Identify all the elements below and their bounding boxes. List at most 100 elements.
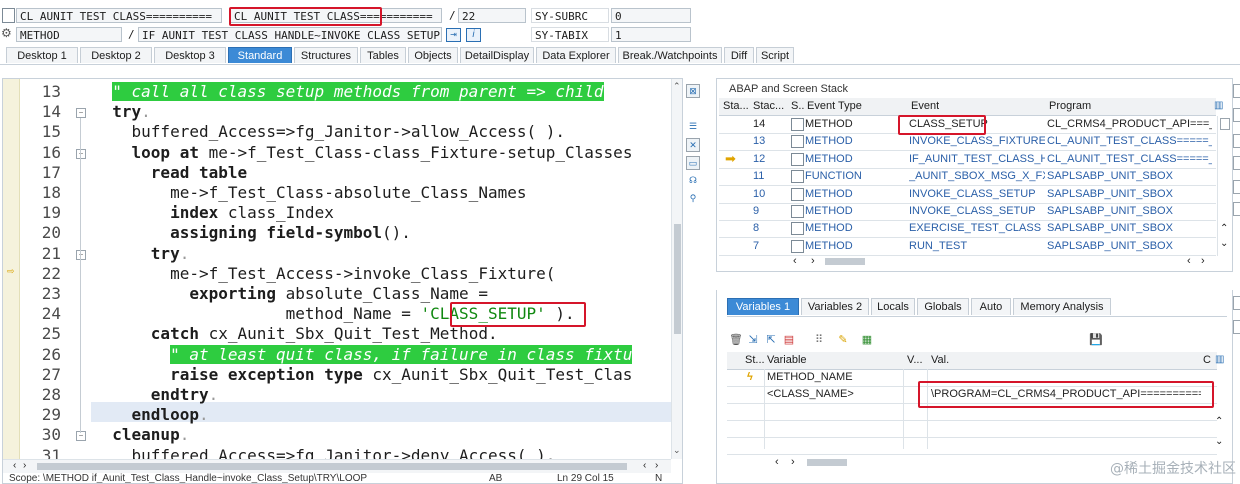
stack-left-icon[interactable]: ‹ <box>793 255 797 267</box>
stack-scroll-down-icon[interactable]: ⌄ <box>1220 238 1228 249</box>
stack-event[interactable]: INVOKE_CLASS_FIXTURE <box>909 133 1045 149</box>
scroll-thumb[interactable] <box>674 224 681 334</box>
stack-event[interactable]: INVOKE_CLASS_SETUP <box>909 203 1045 219</box>
tab-detaildisplay[interactable]: DetailDisplay <box>460 47 534 63</box>
tab-break-watchpoints[interactable]: Break./Watchpoints <box>618 47 722 63</box>
export-icon[interactable]: ⇱ <box>765 334 777 346</box>
watch-icon[interactable]: ☊ <box>686 174 700 188</box>
tab-structures[interactable]: Structures <box>294 47 358 63</box>
stack-event[interactable]: _AUNIT_SBOX_MSG_X_FX_ <box>909 168 1045 184</box>
var-col-header[interactable]: Val. <box>931 352 949 368</box>
scroll-down-icon[interactable]: ⌄ <box>673 445 681 456</box>
code-line[interactable]: " call all class setup methods from pare… <box>93 82 673 103</box>
fold-toggle-icon[interactable]: − <box>76 148 86 159</box>
stack-program[interactable]: SAPLSABP_UNIT_SBOX <box>1047 186 1212 202</box>
var-tab-variables-1[interactable]: Variables 1 <box>727 298 799 315</box>
stack-col-header[interactable]: Sta... <box>723 98 749 114</box>
stack-hscroll-thumb[interactable] <box>825 258 865 265</box>
editor-vscrollbar[interactable]: ⌃ ⌄ <box>671 79 682 459</box>
stack-program[interactable]: SAPLSABP_UNIT_SBOX <box>1047 203 1212 219</box>
variable-name[interactable]: METHOD_NAME <box>767 369 853 385</box>
var-right-icon[interactable]: › <box>791 456 795 468</box>
code-line[interactable]: index class_Index <box>93 203 673 224</box>
stack-col-header[interactable]: Event <box>911 98 939 114</box>
edge-tool-icon[interactable] <box>1233 134 1240 148</box>
stack-row[interactable]: 9 METHOD INVOKE_CLASS_SETUP SAPLSABP_UNIT_S… <box>719 203 1216 221</box>
tab-diff[interactable]: Diff <box>724 47 754 63</box>
stack-settings-icon[interactable]: ▥ <box>1214 100 1226 112</box>
code-line[interactable]: buffered_Access=>fg_Janitor->allow_Acces… <box>93 122 673 143</box>
hscroll-right2-icon[interactable]: › <box>655 460 658 471</box>
line-number-field[interactable]: 22 <box>458 8 526 23</box>
code-line[interactable]: me->f_Test_Class-absolute_Class_Names <box>93 183 673 204</box>
delete-icon[interactable]: 🗑 <box>729 334 743 346</box>
scroll-up-icon[interactable]: ⌃ <box>673 81 681 92</box>
save-icon[interactable]: ▤ <box>783 334 795 346</box>
stack-program[interactable]: SAPLSABP_UNIT_SBOX <box>1047 238 1212 254</box>
tab-objects[interactable]: Objects <box>408 47 458 63</box>
tab-desktop-1[interactable]: Desktop 1 <box>6 47 78 63</box>
import-icon[interactable]: ⇲ <box>747 334 759 346</box>
hscroll-thumb[interactable] <box>37 463 627 470</box>
var-vscroll-down[interactable]: ⌄ <box>1215 436 1223 447</box>
tab-desktop-3[interactable]: Desktop 3 <box>154 47 226 63</box>
stack-event[interactable]: EXERCISE_TEST_CLASS <box>909 220 1045 236</box>
fold-toggle-icon[interactable]: − <box>76 108 86 119</box>
var-col-header[interactable]: St... <box>745 352 765 368</box>
highlight-icon[interactable]: ✎ <box>837 334 849 346</box>
edge-tree-icon[interactable] <box>1233 202 1240 216</box>
stack-col-header[interactable]: Stac... <box>753 98 784 114</box>
method-field[interactable]: IF_AUNIT_TEST_CLASS_HANDLE~INVOKE_CLASS_… <box>138 27 442 42</box>
edge-maximize-icon[interactable] <box>1233 296 1240 310</box>
var-left-icon[interactable]: ‹ <box>775 456 779 468</box>
stack-program[interactable]: CL_CRMS4_PRODUCT_API===_ <box>1047 116 1212 132</box>
stack-row[interactable]: 8 METHOD EXERCISE_TEST_CLASS SAPLSABP_UNIT_… <box>719 220 1216 239</box>
breakpoint-icon[interactable]: ☰ <box>686 120 700 134</box>
var-vscroll[interactable]: ⌃ <box>1215 416 1223 427</box>
navigate-icon[interactable]: ⇥ <box>446 28 461 42</box>
stack-program[interactable]: CL_AUNIT_TEST_CLASS=====_ <box>1047 133 1212 149</box>
code-line[interactable]: try. <box>93 244 673 265</box>
tab-data-explorer[interactable]: Data Explorer <box>536 47 616 63</box>
code-line[interactable]: loop at me->f_Test_Class-class_Fixture-s… <box>93 143 673 164</box>
var-tab-locals[interactable]: Locals <box>871 298 915 315</box>
stack-vscrollbar[interactable]: ⌃ ⌄ <box>1217 116 1232 256</box>
code-line[interactable]: assigning field-symbol(). <box>93 223 673 244</box>
var-tab-variables-2[interactable]: Variables 2 <box>801 298 869 315</box>
stack-program[interactable]: SAPLSABP_UNIT_SBOX <box>1047 168 1212 184</box>
disk-icon[interactable]: 💾 <box>1089 334 1103 346</box>
stack-event[interactable]: RUN_TEST <box>909 238 1045 254</box>
variable-row[interactable] <box>727 437 1217 455</box>
variable-row[interactable] <box>727 420 1217 438</box>
var-tab-globals[interactable]: Globals <box>917 298 969 315</box>
hscroll-left2-icon[interactable]: ‹ <box>643 460 646 471</box>
editor-hscrollbar[interactable]: ‹ › ‹ › <box>3 459 671 473</box>
code-line[interactable]: raise exception type cx_Aunit_Sbx_Quit_T… <box>93 365 673 386</box>
code-line[interactable]: endtry. <box>93 385 673 406</box>
stack-scroll-up-icon[interactable]: ⌃ <box>1220 223 1228 234</box>
edge-window-icon[interactable] <box>1233 156 1240 170</box>
var-col-header[interactable]: Variable <box>767 352 807 368</box>
stack-row[interactable]: 10 METHOD INVOKE_CLASS_SETUP SAPLSABP_UNIT_… <box>719 186 1216 204</box>
code-line[interactable]: me->f_Test_Access->invoke_Class_Fixture( <box>93 264 673 285</box>
edge-close-icon[interactable] <box>1233 320 1240 334</box>
stack-right-icon[interactable]: › <box>811 255 815 267</box>
code-line[interactable]: exporting absolute_Class_Name = <box>93 284 673 305</box>
tab-tables[interactable]: Tables <box>360 47 406 63</box>
stack-col-header[interactable]: Event Type <box>807 98 862 114</box>
sy-tabix-value[interactable]: 1 <box>611 27 691 42</box>
variable-value[interactable]: \PROGRAM=CL_CRMS4_PRODUCT_API==========_ <box>931 386 1201 402</box>
edge-list-icon[interactable] <box>1233 108 1240 122</box>
code-line[interactable]: cleanup. <box>93 425 673 446</box>
fold-toggle-icon[interactable]: − <box>76 249 86 260</box>
stack-col-header[interactable]: S.. <box>791 98 804 114</box>
stack-event[interactable]: CLASS_SETUP <box>909 116 1045 132</box>
scroll-left-icon[interactable]: ‹ <box>13 460 16 471</box>
scroll-right-icon[interactable]: › <box>23 460 26 471</box>
code-line[interactable]: read table <box>93 163 673 184</box>
close-icon[interactable]: ✕ <box>686 138 700 152</box>
variable-row[interactable]: ϟ METHOD_NAME <box>727 369 1217 387</box>
tab-standard[interactable]: Standard <box>228 47 292 63</box>
stack-hscroll[interactable]: ‹ › ‹ › <box>719 255 1216 269</box>
tab-script[interactable]: Script <box>756 47 794 63</box>
